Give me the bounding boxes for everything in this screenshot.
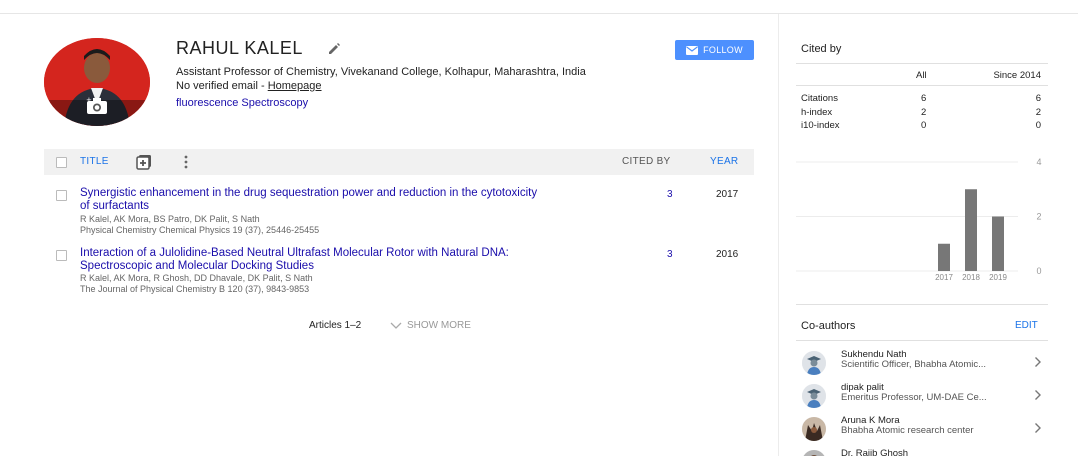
cited-by-header-row: All Since 2014 — [801, 70, 1041, 82]
stat-since: 0 — [1035, 120, 1041, 131]
stat-label: h-index — [801, 107, 833, 118]
stat-row-i10-index: i10-index 0 0 — [801, 120, 1041, 132]
coauthor-photo — [802, 417, 826, 441]
stat-since: 2 — [1035, 107, 1041, 118]
mail-icon — [686, 45, 699, 55]
stat-label: Citations — [801, 93, 838, 104]
stat-all: 0 — [921, 120, 927, 131]
chart-bar[interactable] — [992, 216, 1004, 272]
show-more-label: SHOW MORE — [407, 320, 471, 331]
coauthor-item[interactable]: Aruna K Mora Bhabha Atomic research cent… — [796, 414, 1048, 444]
top-divider — [0, 13, 1078, 14]
chart-bar[interactable] — [938, 243, 950, 271]
coauthor-avatar — [802, 351, 826, 375]
coauthor-avatar — [802, 417, 826, 441]
article-row: Synergistic enhancement in the drug sequ… — [44, 187, 754, 239]
article-row: Interaction of a Julolidine-Based Neutra… — [44, 247, 754, 299]
research-interest-link[interactable]: fluorescence Spectroscopy — [176, 97, 308, 109]
stat-row-h-index: h-index 2 2 — [801, 107, 1041, 119]
coauthor-item[interactable]: Dr. Rajib Ghosh — [796, 447, 1048, 456]
chart-x-tick-label: 2017 — [935, 273, 953, 282]
chevron-right-icon — [1035, 390, 1041, 400]
stat-label: i10-index — [801, 120, 840, 131]
stat-since: 6 — [1035, 93, 1041, 104]
chevron-right-icon — [1035, 357, 1041, 367]
article-table-header: TITLE CITED BY YEAR — [44, 149, 754, 175]
article-authors: R Kalel, AK Mora, BS Patro, DK Palit, S … — [80, 214, 260, 224]
article-title-link[interactable]: Interaction of a Julolidine-Based Neutra… — [80, 247, 620, 273]
article-title-line: Spectroscopic and Molecular Docking Stud… — [80, 260, 314, 272]
svg-text:+: + — [86, 96, 92, 104]
follow-label: FOLLOW — [703, 45, 743, 55]
coauthor-item[interactable]: Sukhendu Nath Scientific Officer, Bhabha… — [796, 348, 1048, 378]
chevron-right-icon — [1035, 423, 1041, 433]
cited-by-column: CITED BY — [622, 156, 671, 167]
coauthor-affiliation: Bhabha Atomic research center — [841, 425, 974, 436]
generic-person-icon — [802, 384, 826, 408]
article-title-line: of surfactants — [80, 200, 150, 212]
edit-pencil-icon[interactable] — [327, 42, 341, 56]
chart-y-tick-label: 4 — [1036, 157, 1041, 167]
camera-icon[interactable]: + — [85, 96, 109, 116]
coauthor-affiliation: Emeritus Professor, UM-DAE Ce... — [841, 392, 987, 403]
email-status-text: No verified email - — [176, 80, 268, 92]
coauthor-avatar — [802, 384, 826, 408]
article-venue: Physical Chemistry Chemical Physics 19 (… — [80, 225, 320, 235]
profile-email-status: No verified email - Homepage — [176, 80, 322, 92]
divider — [796, 304, 1048, 305]
citations-bar-chart: 0 2 4 2017 2018 2019 — [796, 157, 1042, 282]
add-article-icon[interactable] — [136, 154, 152, 170]
profile-name: RAHUL KALEL — [176, 38, 303, 58]
follow-button[interactable]: FOLLOW — [675, 40, 754, 60]
article-checkbox[interactable] — [56, 190, 67, 201]
article-year: 2017 — [716, 189, 739, 200]
profile-affiliation: Assistant Professor of Chemistry, Viveka… — [176, 66, 586, 78]
generic-person-icon — [802, 351, 826, 375]
stat-all: 6 — [921, 93, 927, 104]
articles-count: Articles 1–2 — [309, 320, 362, 331]
chart-bar[interactable] — [965, 189, 977, 271]
divider — [796, 85, 1048, 86]
show-more-button[interactable]: SHOW MORE — [390, 320, 471, 331]
coauthor-avatar — [802, 450, 826, 456]
article-venue: The Journal of Physical Chemistry B 120 … — [80, 284, 310, 294]
coauthors-title: Co-authors — [801, 320, 856, 332]
coauthor-photo — [802, 450, 826, 456]
stat-all: 2 — [921, 107, 927, 118]
sidebar-divider — [778, 14, 779, 456]
chart-x-tick-label: 2018 — [962, 273, 980, 282]
divider — [796, 340, 1048, 341]
chart-y-tick-label: 2 — [1036, 212, 1041, 222]
coauthor-item[interactable]: dipak palit Emeritus Professor, UM-DAE C… — [796, 381, 1048, 411]
select-all-checkbox[interactable] — [56, 157, 67, 168]
stat-row-citations: Citations 6 6 — [801, 93, 1041, 105]
year-column-sort[interactable]: YEAR — [710, 156, 738, 167]
article-checkbox[interactable] — [56, 250, 67, 261]
chart-y-tick-label: 0 — [1036, 266, 1041, 276]
chevron-down-icon — [390, 322, 402, 329]
divider — [796, 63, 1048, 64]
col-all: All — [916, 70, 927, 81]
article-title-line: Synergistic enhancement in the drug sequ… — [80, 187, 538, 199]
article-title-line: Interaction of a Julolidine-Based Neutra… — [80, 247, 509, 259]
title-column-sort[interactable]: TITLE — [80, 156, 109, 167]
coauthor-name: Dr. Rajib Ghosh — [841, 448, 909, 456]
col-since: Since 2014 — [993, 70, 1041, 81]
profile-avatar[interactable]: + — [44, 38, 150, 126]
coauthors-edit-button[interactable]: EDIT — [1015, 320, 1038, 331]
homepage-link[interactable]: Homepage — [268, 80, 322, 92]
cited-by-title: Cited by — [801, 43, 842, 55]
article-authors: R Kalel, AK Mora, R Ghosh, DD Dhavale, D… — [80, 273, 313, 283]
article-cited-count[interactable]: 3 — [667, 249, 673, 260]
coauthor-affiliation: Scientific Officer, Bhabha Atomic... — [841, 359, 987, 370]
article-cited-count[interactable]: 3 — [667, 189, 673, 200]
article-title-link[interactable]: Synergistic enhancement in the drug sequ… — [80, 187, 620, 213]
article-year: 2016 — [716, 249, 739, 260]
more-vert-icon[interactable] — [178, 154, 194, 170]
chart-x-tick-label: 2019 — [989, 273, 1007, 282]
